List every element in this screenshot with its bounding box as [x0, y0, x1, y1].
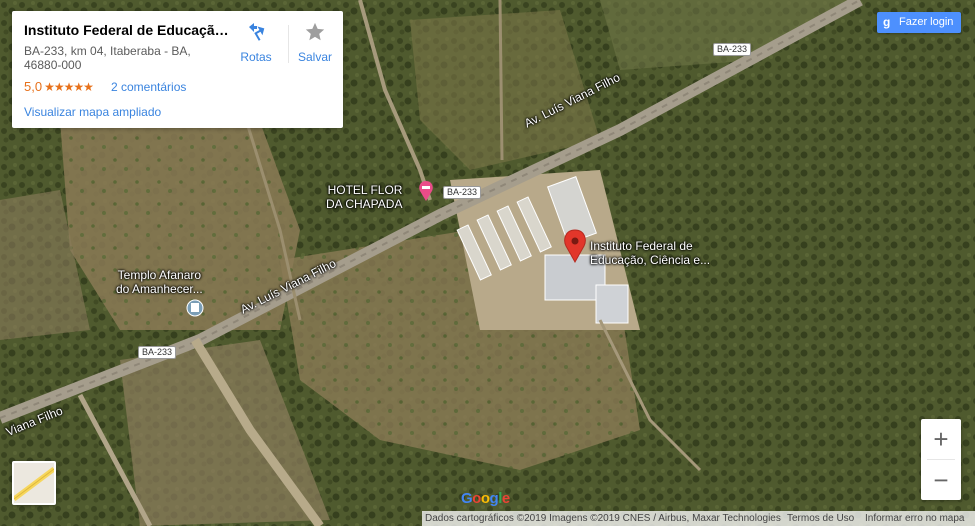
google-logo[interactable]: Google	[461, 490, 510, 507]
map-label-institute[interactable]: Instituto Federal de Educação, Ciência e…	[590, 239, 710, 267]
map-footer: Dados cartográficos ©2019 Imagens ©2019 …	[422, 511, 975, 526]
star-icon	[305, 22, 325, 41]
save-button[interactable]: Salvar	[290, 21, 340, 64]
place-info-card: Instituto Federal de Educação,... BA-233…	[12, 11, 343, 128]
directions-label: Rotas	[240, 50, 272, 64]
map-label-temple[interactable]: Templo Afanaro do Amanhecer...	[116, 268, 203, 296]
directions-button[interactable]: Rotas	[231, 21, 281, 64]
place-title: Instituto Federal de Educação,...	[24, 22, 230, 38]
map-layer-thumbnail	[14, 463, 54, 503]
reviews-link[interactable]: 2 comentários	[111, 80, 186, 94]
view-larger-map-link[interactable]: Visualizar mapa ampliado	[24, 105, 161, 119]
temple-icon[interactable]	[186, 299, 204, 317]
place-address: BA-233, km 04, Itaberaba - BA, 46880-000	[24, 44, 191, 72]
directions-icon	[249, 23, 265, 41]
sign-in-label: Fazer login	[899, 16, 954, 28]
map-label-hotel[interactable]: HOTEL FLOR DA CHAPADA	[326, 183, 402, 211]
card-divider	[288, 25, 289, 63]
road-shield: BA-233	[443, 186, 482, 199]
save-label: Salvar	[297, 50, 332, 64]
terms-link[interactable]: Termos de Uso	[787, 511, 854, 526]
place-rating: 5,0 ★★★★★	[24, 79, 94, 94]
zoom-out-button[interactable]: −	[921, 460, 961, 500]
map-data-attribution: Dados cartográficos ©2019 Imagens ©2019 …	[425, 513, 781, 524]
zoom-control: + −	[921, 419, 961, 500]
rating-value: 5,0	[24, 79, 43, 94]
report-error-link[interactable]: Informar erro no mapa	[865, 511, 965, 526]
google-g-icon: g	[883, 15, 891, 29]
zoom-in-button[interactable]: +	[921, 419, 961, 459]
road-shield: BA-233	[138, 346, 177, 359]
rating-stars: ★★★★★	[44, 80, 94, 94]
road-shield: BA-233	[713, 43, 752, 56]
map-layer-toggle[interactable]	[12, 461, 56, 505]
sign-in-button[interactable]: g Fazer login	[877, 12, 961, 33]
